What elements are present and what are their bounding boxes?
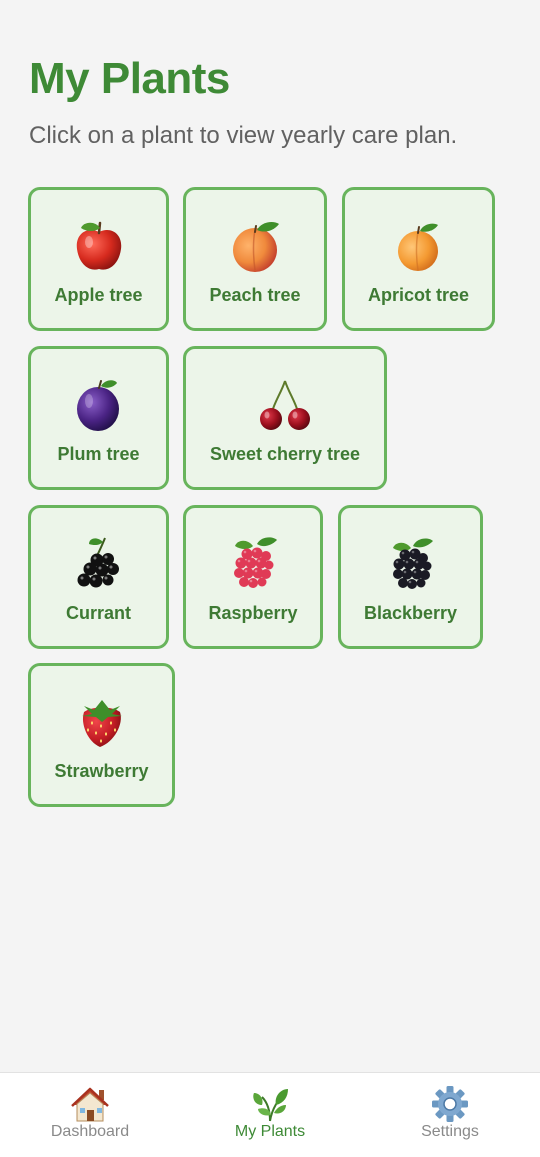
- plant-label: Plum tree: [57, 444, 140, 464]
- my-plants-screen: My Plants Click on a plant to view yearl…: [0, 0, 540, 1157]
- peach-icon: [225, 216, 285, 276]
- strawberry-icon: [72, 692, 132, 752]
- nav-item-settings[interactable]: Settings: [360, 1073, 540, 1157]
- plant-tile-raspberry[interactable]: Raspberry: [183, 505, 323, 649]
- house-icon: [70, 1085, 110, 1123]
- gear-icon: [430, 1085, 470, 1123]
- page-title: My Plants: [29, 54, 230, 103]
- currant-icon: [69, 534, 129, 594]
- plum-icon: [69, 375, 129, 435]
- nav-item-my-plants[interactable]: My Plants: [180, 1073, 360, 1157]
- nav-label: Settings: [421, 1123, 479, 1140]
- apple-icon: [69, 216, 129, 276]
- plant-label: Strawberry: [54, 761, 149, 781]
- plant-tile-sweet-cherry[interactable]: Sweet cherry tree: [183, 346, 387, 490]
- leaf-icon: [250, 1085, 290, 1123]
- plant-tile-peach[interactable]: Peach tree: [183, 187, 327, 331]
- plant-label: Blackberry: [363, 603, 458, 623]
- nav-label: My Plants: [234, 1123, 306, 1140]
- plant-tile-plum[interactable]: Plum tree: [28, 346, 169, 490]
- page-subtitle: Click on a plant to view yearly care pla…: [29, 122, 458, 149]
- plant-tile-currant[interactable]: Currant: [28, 505, 169, 649]
- plant-label: Sweet cherry tree: [209, 444, 361, 464]
- apricot-icon: [389, 216, 449, 276]
- plant-tile-apricot[interactable]: Apricot tree: [342, 187, 495, 331]
- plant-tile-strawberry[interactable]: Strawberry: [28, 663, 175, 807]
- raspberry-icon: [223, 534, 283, 594]
- plant-tile-apple[interactable]: Apple tree: [28, 187, 169, 331]
- plant-label: Raspberry: [208, 603, 298, 623]
- plant-label: Peach tree: [209, 285, 301, 305]
- plant-label: Currant: [65, 603, 131, 623]
- plant-label: Apricot tree: [367, 285, 470, 305]
- plant-label: Apple tree: [54, 285, 143, 305]
- nav-item-dashboard[interactable]: Dashboard: [0, 1073, 180, 1157]
- bottom-navigation: Dashboard My Plants Settings: [0, 1072, 540, 1157]
- plant-tile-blackberry[interactable]: Blackberry: [338, 505, 483, 649]
- cherry-icon: [255, 375, 315, 435]
- nav-label: Dashboard: [50, 1123, 130, 1140]
- blackberry-icon: [381, 534, 441, 594]
